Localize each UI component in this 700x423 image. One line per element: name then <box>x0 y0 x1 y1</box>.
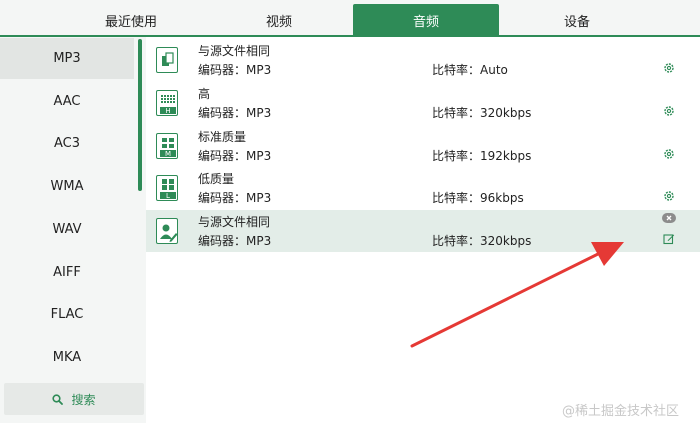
preset-list: 与源文件相同 编码器：MP3 比特率：Auto H 高 编码器：MP3 比特率：… <box>146 37 700 423</box>
tab-recent[interactable]: 最近使用 <box>56 4 206 37</box>
preset-codec: 编码器：MP3 <box>198 234 272 248</box>
close-icon <box>666 215 672 221</box>
sidebar-item-ac3[interactable]: AC3 <box>0 123 134 164</box>
search-icon <box>52 393 64 405</box>
preset-title: 与源文件相同 <box>198 215 271 229</box>
preset-codec: 编码器：MP3 <box>198 106 272 120</box>
preset-row[interactable]: M 标准质量 编码器：MP3 比特率：192kbps <box>146 125 700 167</box>
search-button[interactable]: 搜索 <box>4 383 144 415</box>
settings-gear-icon[interactable] <box>663 190 675 202</box>
tab-video[interactable]: 视频 <box>205 4 353 37</box>
sidebar-item-aac[interactable]: AAC <box>0 81 134 122</box>
same-as-source-icon <box>156 47 178 73</box>
sidebar-item-aiff[interactable]: AIFF <box>0 252 134 293</box>
quality-high-icon: H <box>156 90 178 116</box>
preset-title: 高 <box>198 87 211 101</box>
quality-standard-icon: M <box>156 133 178 159</box>
preset-codec: 编码器：MP3 <box>198 63 272 77</box>
quality-badge: M <box>164 150 172 158</box>
custom-profile-icon <box>156 218 178 244</box>
sidebar-item-wav[interactable]: WAV <box>0 209 134 250</box>
preset-bitrate: 比特率：320kbps <box>432 106 532 120</box>
quality-badge: H <box>165 107 171 115</box>
watermark: @稀土掘金技术社区 <box>562 404 680 419</box>
preset-row[interactable]: H 高 编码器：MP3 比特率：320kbps <box>146 82 700 124</box>
preset-codec: 编码器：MP3 <box>198 191 272 205</box>
settings-gear-icon[interactable] <box>663 148 675 160</box>
preset-bitrate: 比特率：320kbps <box>432 234 532 248</box>
sidebar-item-flac[interactable]: FLAC <box>0 294 134 335</box>
tab-audio[interactable]: 音频 <box>353 4 499 37</box>
preset-title: 与源文件相同 <box>198 44 271 58</box>
sidebar-item-wma[interactable]: WMA <box>0 166 134 207</box>
sidebar-item-mp3[interactable]: MP3 <box>0 38 134 79</box>
format-tab-bar: 最近使用 视频 音频 设备 <box>0 0 700 37</box>
tab-device[interactable]: 设备 <box>502 4 652 37</box>
quality-badge: L <box>166 192 170 200</box>
preset-bitrate: 比特率：Auto <box>432 63 508 77</box>
preset-title: 低质量 <box>198 172 235 186</box>
sidebar-scrollbar[interactable] <box>138 39 142 191</box>
delete-preset-button[interactable] <box>662 213 676 223</box>
settings-gear-icon[interactable] <box>663 105 675 117</box>
preset-bitrate: 比特率：96kbps <box>432 191 524 205</box>
preset-codec: 编码器：MP3 <box>198 149 272 163</box>
settings-gear-icon[interactable] <box>663 62 675 74</box>
quality-low-icon: L <box>156 175 178 201</box>
sidebar-item-mka[interactable]: MKA <box>0 337 134 378</box>
preset-row[interactable]: L 低质量 编码器：MP3 比特率：96kbps <box>146 167 700 209</box>
preset-row-selected[interactable]: 与源文件相同 编码器：MP3 比特率：320kbps <box>146 210 700 252</box>
preset-bitrate: 比特率：192kbps <box>432 149 532 163</box>
search-label: 搜索 <box>71 392 96 407</box>
preset-row[interactable]: 与源文件相同 编码器：MP3 比特率：Auto <box>146 39 700 81</box>
edit-icon[interactable] <box>663 233 675 245</box>
format-sidebar: MP3 AAC AC3 WMA WAV AIFF FLAC MKA 搜索 <box>0 37 146 423</box>
preset-title: 标准质量 <box>198 130 247 144</box>
